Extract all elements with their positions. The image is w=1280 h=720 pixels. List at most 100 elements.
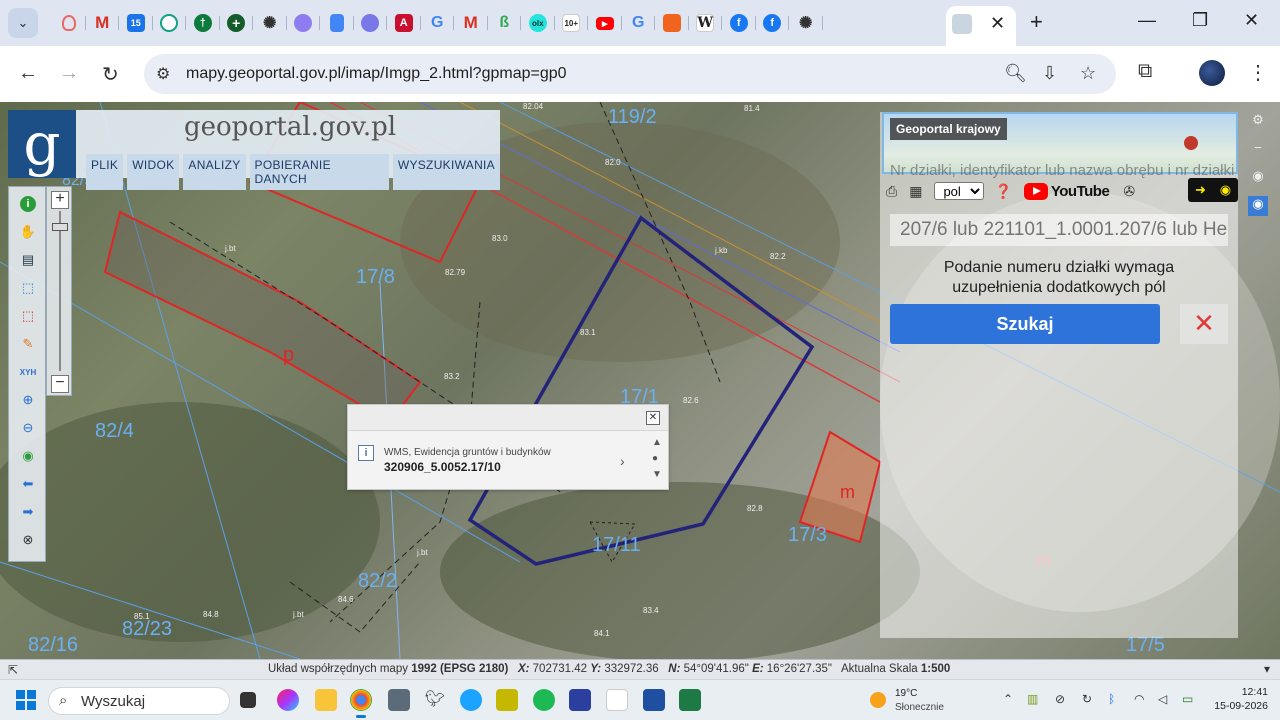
tab-10plus[interactable]: 10+ xyxy=(555,10,589,36)
popup-parcel-id[interactable]: 320906_5.0052.17/10 xyxy=(384,460,501,474)
xyh-icon[interactable]: XYH xyxy=(19,363,37,381)
zoom-handle[interactable] xyxy=(52,223,68,231)
tab-gmail[interactable]: M xyxy=(86,10,120,36)
calculator-icon[interactable] xyxy=(388,689,410,711)
tab-shield[interactable] xyxy=(52,10,86,36)
wifi-icon[interactable]: ◠ xyxy=(1134,692,1144,706)
tab-openai-2[interactable]: ✺ xyxy=(789,10,823,36)
resize-icon[interactable]: ⇱ xyxy=(8,663,18,677)
search-button[interactable]: Szukaj xyxy=(890,304,1160,344)
select-feature-icon[interactable]: ⬚ xyxy=(19,307,37,325)
tab-gmail-2[interactable]: M xyxy=(454,10,488,36)
tab-google-2[interactable]: G xyxy=(622,10,656,36)
scroll-dot-icon[interactable]: ● xyxy=(652,453,658,464)
scroll-up-icon[interactable]: ▲ xyxy=(652,437,662,448)
minus-icon[interactable]: − xyxy=(1248,140,1268,160)
zoom-icon[interactable]: 🔍︎ xyxy=(1004,63,1027,84)
copilot-app-icon[interactable] xyxy=(277,689,299,711)
tab-copilot[interactable] xyxy=(287,10,321,36)
tab-facebook[interactable]: f xyxy=(722,10,756,36)
youtube-link[interactable]: YouTube xyxy=(1023,182,1110,200)
battery-icon[interactable]: ▭ xyxy=(1182,692,1193,706)
address-bar[interactable]: ⚙ mapy.geoportal.gov.pl/imap/Imgp_2.html… xyxy=(144,54,1116,94)
chevron-right-icon[interactable]: › xyxy=(620,453,625,469)
zoom-plus-button[interactable]: + xyxy=(51,191,69,209)
pencil-icon[interactable]: ✎ xyxy=(19,335,37,353)
menu-plik[interactable]: PLIK xyxy=(86,154,124,190)
volume-icon[interactable]: ◁ xyxy=(1158,692,1167,706)
profile-avatar[interactable] xyxy=(1199,60,1225,86)
zoom-in-icon[interactable]: ⊕ xyxy=(19,391,37,409)
excel-icon[interactable] xyxy=(679,689,701,711)
collapse-icon[interactable]: ▾ xyxy=(1264,662,1270,676)
zoom-out-icon[interactable]: ⊖ xyxy=(19,419,37,437)
tray-sync-icon[interactable]: ↻ xyxy=(1082,692,1092,706)
menu-wyszukiwania[interactable]: WYSZUKIWANIA xyxy=(392,154,500,190)
map-view[interactable]: 119/2 17/8 82/4 82/2 82/23 82/16 17/11 1… xyxy=(0,102,1280,659)
back-arrow-icon[interactable]: ← xyxy=(18,62,38,85)
menu-pobieranie-danych[interactable]: POBIERANIE DANYCH xyxy=(249,154,389,190)
info-icon[interactable]: i xyxy=(19,195,37,213)
url-text[interactable]: mapy.geoportal.gov.pl/imap/Imgp_2.html?g… xyxy=(186,65,567,83)
new-tab-button[interactable]: + xyxy=(1030,9,1043,35)
popup-close-button[interactable]: ✕ xyxy=(646,411,660,425)
forward-arrow-icon[interactable]: → xyxy=(59,62,79,85)
next-view-icon[interactable]: ➡ xyxy=(19,503,37,521)
print-icon[interactable]: ⎙ xyxy=(886,183,897,200)
tab-olx[interactable]: olx xyxy=(521,10,555,36)
tray-hide-icon[interactable]: ⊘ xyxy=(1055,692,1065,706)
menu-widok[interactable]: WIDOK xyxy=(127,154,180,190)
pan-hand-icon[interactable]: ✋ xyxy=(19,223,37,241)
system-clock[interactable]: 12:41 15-09-2026 xyxy=(1208,685,1268,713)
parcel-search-input[interactable] xyxy=(890,214,1228,246)
help-icon[interactable]: ❓ xyxy=(994,183,1011,200)
tab-youtube[interactable]: ▸ xyxy=(588,10,622,36)
mail-app-icon[interactable] xyxy=(569,689,591,711)
media-app-icon[interactable] xyxy=(606,689,628,711)
reload-icon[interactable]: ↻ xyxy=(102,62,119,87)
k-app-icon[interactable] xyxy=(643,689,665,711)
start-button[interactable] xyxy=(16,690,36,710)
tab-openai[interactable]: ✺ xyxy=(253,10,287,36)
bluetooth-icon[interactable]: ᛒ xyxy=(1108,692,1115,706)
taskbar-search[interactable]: ⌕ Wyszukaj xyxy=(48,687,230,715)
tray-expand-icon[interactable]: ⌃ xyxy=(1003,692,1013,706)
globe-icon[interactable]: ◉ xyxy=(19,447,37,465)
tab-chatgpt[interactable] xyxy=(153,10,187,36)
wms-icon[interactable]: ▦ xyxy=(909,183,922,200)
extensions-icon[interactable]: ⧉ xyxy=(1138,60,1152,83)
restore-icon[interactable]: ❐ xyxy=(1192,10,1208,31)
select-area-icon[interactable]: ⬚ xyxy=(19,279,37,297)
contrast-toggle[interactable]: ➜ ◉ xyxy=(1188,178,1238,202)
tab-facebook-2[interactable]: f xyxy=(756,10,790,36)
previous-view-icon[interactable]: ⬅ xyxy=(19,475,37,493)
close-window-icon[interactable]: ✕ xyxy=(1244,10,1259,31)
browser-menu-icon[interactable]: ⋮ xyxy=(1248,60,1268,85)
bookmark-star-icon[interactable]: ☆ xyxy=(1080,63,1096,84)
globe-app-icon[interactable] xyxy=(460,689,482,711)
zoom-slider[interactable]: + − xyxy=(46,186,72,396)
tab-calendar[interactable]: 15 xyxy=(119,10,153,36)
tab-tree[interactable]: † xyxy=(186,10,220,36)
tab-maps[interactable]: ß xyxy=(488,10,522,36)
settings-icon[interactable]: ⚙ xyxy=(1248,112,1268,132)
site-info-icon[interactable]: ⚙ xyxy=(156,64,170,84)
zoom-minus-button[interactable]: − xyxy=(51,375,69,393)
menu-analizy[interactable]: ANALIZY xyxy=(183,154,246,190)
visibility-icon[interactable]: ◉ xyxy=(1248,196,1268,216)
spreadsheet-app-icon[interactable] xyxy=(496,689,518,711)
minimize-icon[interactable]: — xyxy=(1138,10,1156,31)
clear-search-icon[interactable]: ✕ xyxy=(1180,304,1228,344)
language-select[interactable]: pol xyxy=(934,182,985,200)
zoom-track[interactable] xyxy=(59,211,61,371)
tray-app-icon[interactable]: ▥ xyxy=(1027,692,1038,706)
tab-search-button[interactable]: ⌄ xyxy=(8,8,38,38)
close-tab-icon[interactable]: ✕ xyxy=(990,13,1005,34)
tab-wikipedia[interactable]: W xyxy=(689,10,723,36)
tab-orange[interactable] xyxy=(655,10,689,36)
task-view-icon[interactable] xyxy=(240,692,256,708)
lifebuoy-icon[interactable]: ⊗ xyxy=(19,531,37,549)
legend-icon[interactable]: ▤ xyxy=(19,251,37,269)
scroll-down-icon[interactable]: ▼ xyxy=(652,469,662,480)
chrome-icon[interactable] xyxy=(350,689,372,718)
